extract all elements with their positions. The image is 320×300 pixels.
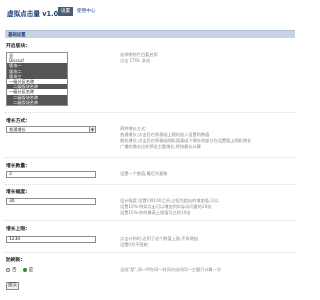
anti-refresh-yes-radio[interactable]	[22, 267, 27, 272]
categories-desc: 选择哪些栏目要启用 点击 CTRL 多选	[120, 52, 158, 63]
base-value-desc: 设置一个数值,最后为基数	[120, 171, 168, 176]
anti-refresh-no-label: 否	[12, 267, 17, 273]
listbox-option[interactable]: 二级版块名称	[7, 99, 67, 105]
upper-limit-label: 增长上限:	[6, 227, 28, 232]
anti-refresh-desc: 当选"是",同一IP在同一时间内访问同一主题只计算一次	[120, 267, 222, 272]
divider	[5, 184, 295, 185]
app-title: 虚拟点击量 v1.0.1	[7, 10, 66, 18]
categories-listbox[interactable]: 全 Discuz! 版块一 版块二 版块三 一级分区名称 二级版块名称 一级分区名称 二级版块名…	[6, 52, 68, 106]
growth-mode-label: 增长方式:	[6, 119, 28, 124]
top-bar: 虚拟点击量 v1.0.1 设置 使用中心	[0, 0, 300, 24]
divider	[5, 112, 295, 113]
growth-mode-select[interactable]: 普通增长 ▼	[6, 126, 96, 133]
upper-limit-desc: 点击计划时,达到了这个数值上限,不再增加 设置0为不限制	[120, 236, 199, 247]
submit-button[interactable]: 提交	[6, 282, 19, 290]
growth-mode-desc: 两种增长方式: 普通增长:点击后在原基础上随机加入设置的数值 随机增长:点击后在…	[120, 126, 252, 149]
tab-settings[interactable]: 设置	[58, 7, 73, 16]
anti-refresh-label: 防刷新:	[6, 258, 23, 263]
growth-range-input[interactable]: 30	[6, 198, 96, 205]
growth-mode-value: 普通增长	[9, 127, 26, 132]
divider	[5, 220, 295, 221]
base-value-label: 增长数量:	[6, 164, 28, 169]
divider	[5, 252, 295, 253]
upper-limit-input[interactable]: 1230	[6, 236, 96, 243]
growth-range-desc: 设计幅度:设置1到100之间,过低为超出的增加值,可以 设置10%:例如点击可以…	[120, 198, 219, 215]
divider	[5, 157, 295, 158]
section-header: 基础设置	[5, 30, 295, 38]
anti-refresh-yes-label: 是	[28, 267, 34, 273]
base-value-input[interactable]: 3	[6, 171, 96, 178]
anti-refresh-radio-group: 否 是	[6, 266, 39, 273]
tab-usage-center[interactable]: 使用中心	[77, 7, 95, 16]
categories-label: 开启版块:	[6, 44, 28, 49]
growth-range-label: 增长幅度:	[6, 190, 28, 195]
section-title: 基础设置	[8, 33, 26, 38]
anti-refresh-no-radio[interactable]	[6, 267, 10, 272]
chevron-down-icon: ▼	[89, 127, 95, 132]
